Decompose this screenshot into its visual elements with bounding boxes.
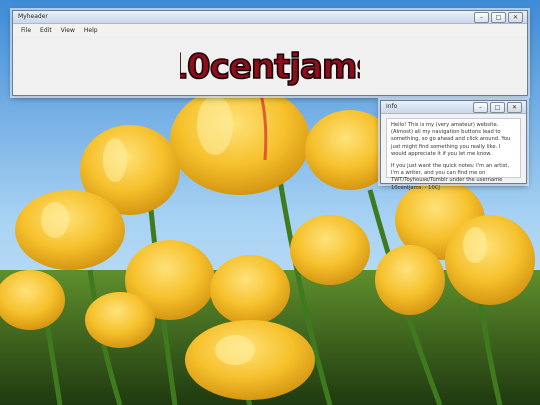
menu-edit[interactable]: Edit — [40, 27, 52, 34]
info-window-title: Info — [386, 103, 398, 110]
menu-help[interactable]: Help — [84, 27, 98, 34]
info-paragraph-notes: If you just want the quick notes: I'm an… — [391, 163, 510, 191]
main-window-content: 10centjams — [13, 36, 527, 95]
info-window: Info – □ ✕ Hello! This is my (very amate… — [380, 100, 527, 191]
minimize-icon[interactable]: – — [473, 102, 488, 113]
window-controls: – □ ✕ — [474, 12, 523, 23]
info-text-panel: Hello! This is my (very amateur) website… — [386, 118, 521, 191]
main-window-titlebar[interactable]: Myheader – □ ✕ — [13, 11, 527, 24]
info-window-titlebar[interactable]: Info – □ ✕ — [381, 101, 526, 114]
maximize-icon[interactable]: □ — [491, 12, 506, 23]
menu-file[interactable]: File — [21, 27, 31, 34]
main-window-title: Myheader — [18, 13, 48, 20]
close-icon[interactable]: ✕ — [507, 102, 522, 113]
minimize-icon[interactable]: – — [474, 12, 489, 23]
maximize-icon[interactable]: □ — [490, 102, 505, 113]
logo-text: 10centjams — [180, 47, 360, 87]
info-paragraph-intro: Hello! This is my (very amateur) website… — [391, 122, 511, 157]
main-window: Myheader – □ ✕ File Edit View Help 10cen… — [12, 10, 528, 96]
site-logo[interactable]: 10centjams — [180, 40, 360, 92]
menu-view[interactable]: View — [61, 27, 75, 34]
close-icon[interactable]: ✕ — [508, 12, 523, 23]
info-window-controls: – □ ✕ — [473, 102, 522, 113]
menu-bar: File Edit View Help — [13, 24, 527, 36]
